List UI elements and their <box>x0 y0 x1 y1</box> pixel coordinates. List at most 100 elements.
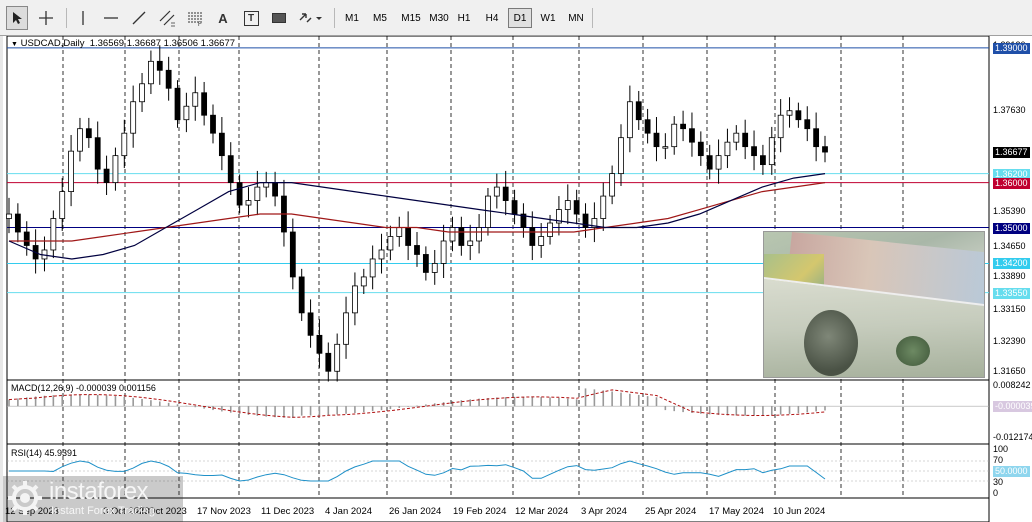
candle-body <box>768 137 775 166</box>
rsi-tick-50: 50.0000 <box>993 466 1030 477</box>
candle-body <box>183 105 190 121</box>
timeframe-d1[interactable]: D1 <box>508 8 532 28</box>
timeframe-h4[interactable]: H4 <box>480 8 504 28</box>
rsi-tick-30: 30 <box>993 477 1004 487</box>
candle-body <box>148 60 154 85</box>
trendline-icon[interactable] <box>128 6 150 30</box>
candle-body <box>822 146 828 153</box>
cursor-icon[interactable] <box>6 6 28 30</box>
fibonacci-icon[interactable]: F <box>184 6 206 30</box>
timeframe-m5[interactable]: M5 <box>368 8 392 28</box>
candle-body <box>724 141 731 157</box>
candle-body <box>449 227 456 242</box>
date-label: 25 Apr 2024 <box>645 506 697 517</box>
macd-signal-line <box>8 389 826 418</box>
candle-body <box>103 168 110 183</box>
rsi-tick-0: 0 <box>993 488 999 498</box>
macd-header: MACD(12,26,9) -0.000039 0.001156 <box>11 383 156 393</box>
candle-body <box>697 141 704 157</box>
brand-tagline: Instant Forex Trading <box>51 505 155 517</box>
price-label: 1.33550 <box>993 287 1030 299</box>
candle-body <box>476 227 482 242</box>
candle-body <box>715 155 722 170</box>
banknotes-image <box>763 231 985 378</box>
candle-body <box>529 227 536 246</box>
price-tick: 1.32390 <box>993 336 1026 346</box>
timeframe-mn[interactable]: MN <box>564 8 588 28</box>
price-tick: 1.33150 <box>993 304 1026 314</box>
instaforex-watermark: instaforex Instant Forex Trading <box>3 476 183 522</box>
candle-body <box>165 69 172 89</box>
candle-body <box>502 186 509 201</box>
candle-body <box>618 137 624 175</box>
candle-body <box>626 101 633 139</box>
chart-menu-icon[interactable]: ▼ <box>11 41 18 48</box>
candle-body <box>263 182 270 188</box>
text-label-glyph: T <box>243 10 259 26</box>
candle-body <box>609 173 616 197</box>
candle-body <box>653 132 660 148</box>
candle-body <box>467 240 474 246</box>
candle-body <box>245 200 252 206</box>
vertical-line-icon[interactable] <box>72 6 94 30</box>
candle-body <box>795 110 802 121</box>
candle-body <box>121 132 128 157</box>
candle-body <box>378 249 385 260</box>
candle-body <box>680 123 686 130</box>
timeframe-m30[interactable]: M30 <box>424 8 454 28</box>
candle-body <box>68 150 74 192</box>
candle-body <box>6 213 12 219</box>
toolbar-separator <box>592 8 593 28</box>
arrows-icon[interactable] <box>296 6 326 30</box>
timeframe-h1[interactable]: H1 <box>452 8 476 28</box>
candle-body <box>227 155 234 183</box>
price-tick: 1.34650 <box>993 241 1026 251</box>
candle-body <box>85 128 92 139</box>
timeframe-w1[interactable]: W1 <box>536 8 560 28</box>
svg-text:F: F <box>198 22 202 26</box>
candle-body <box>706 155 713 170</box>
candle-body <box>422 254 429 273</box>
candle-body <box>760 155 766 166</box>
price-label: 1.34200 <box>993 258 1030 270</box>
candle-body <box>112 155 119 183</box>
candle-body <box>130 101 137 134</box>
macd-value-label: -0.000039 <box>993 401 1032 413</box>
candle-body <box>369 258 376 278</box>
candle-body <box>307 312 314 336</box>
date-label: 26 Jan 2024 <box>389 506 442 517</box>
candle-body <box>777 114 784 139</box>
candle-body <box>210 114 216 134</box>
candle-body <box>387 236 394 251</box>
channel-icon[interactable] <box>156 6 178 30</box>
price-label: 1.36000 <box>993 177 1030 189</box>
candle-body <box>289 231 296 278</box>
candle-body <box>804 119 811 130</box>
crosshair-icon[interactable] <box>34 6 58 30</box>
candle-body <box>94 137 101 170</box>
candle-body <box>59 191 66 219</box>
candle-body <box>493 186 500 197</box>
candle-body <box>201 92 208 116</box>
candle-body <box>360 276 367 287</box>
horizontal-line-icon[interactable] <box>100 6 122 30</box>
candle-body <box>77 128 83 152</box>
rectangle-icon[interactable] <box>268 6 290 30</box>
text-icon[interactable]: A <box>212 6 234 30</box>
candle-body <box>139 83 145 103</box>
chart-symbol-ohlc: USDCAD,Daily 1.36569 1.36687 1.36506 1.3… <box>20 38 236 49</box>
date-label: 10 Jun 2024 <box>773 506 826 517</box>
timeframe-m1[interactable]: M1 <box>340 8 364 28</box>
chart-header: ▼ USDCAD,Daily 1.36569 1.36687 1.36506 1… <box>11 38 235 49</box>
candle-body <box>334 343 341 372</box>
portrait-jackson <box>804 310 858 376</box>
candle-body <box>192 92 199 107</box>
chart-window[interactable]: ▼ USDCAD,Daily 1.36569 1.36687 1.36506 1… <box>0 36 1032 522</box>
candle-body <box>511 200 518 215</box>
candle-body <box>23 231 30 246</box>
timeframe-m15[interactable]: M15 <box>396 8 426 28</box>
price-tick: 1.37630 <box>993 105 1026 115</box>
rsi-header: RSI(14) 45.9391 <box>11 448 78 458</box>
text-label-icon[interactable]: T <box>240 6 262 30</box>
candle-body <box>786 110 793 116</box>
